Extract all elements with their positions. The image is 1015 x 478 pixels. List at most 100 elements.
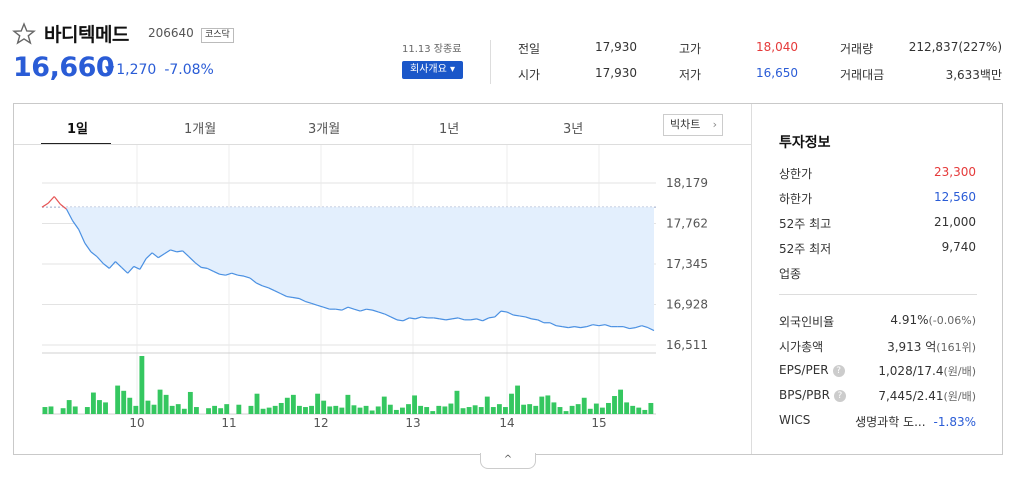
market-cap-rank: (161위) (936, 341, 976, 354)
summary-value: 18,040 (756, 40, 798, 54)
x-tick-label: 12 (313, 416, 328, 430)
market-cap-label: 시가총액 (779, 340, 824, 354)
wics-change: -1.83% (933, 415, 976, 429)
wics-sector[interactable]: 생명과학 도... (855, 415, 925, 429)
price-chart[interactable]: 18,179 17,762 17,345 16,928 16,511 10 11 12 13 14… (14, 145, 751, 454)
volume-bar (127, 397, 133, 414)
tab-3years[interactable]: 3년 (563, 118, 583, 137)
52w-high-value: 21,000 (934, 215, 976, 229)
tab-1day[interactable]: 1일 (67, 118, 88, 137)
volume-bar (587, 408, 593, 414)
volume-bar (151, 404, 157, 414)
change-percent: -7.08% (164, 62, 214, 78)
bps-pbr-unit: (원/배) (943, 390, 976, 403)
volume-bar (442, 406, 448, 414)
market-closed-label: 11.13 장종료 (402, 44, 462, 55)
summary-value: 212,837(227%) (908, 40, 1002, 54)
volume-bar (169, 405, 175, 414)
current-price: 16,660 (13, 52, 115, 83)
sidebar-divider (751, 104, 752, 454)
change-amount: 1,270 (116, 62, 157, 78)
volume-bar (72, 406, 78, 414)
y-tick-label: 17,762 (666, 217, 708, 231)
tab-1month[interactable]: 1개월 (184, 118, 216, 137)
lower-limit-value: 12,560 (934, 190, 976, 204)
volume-bar (400, 407, 405, 414)
volume-bar (296, 405, 302, 414)
volume-bar (612, 396, 617, 414)
investment-info-title: 투자정보 (779, 135, 831, 151)
company-info-button[interactable]: 회사개요 ▾ (402, 61, 463, 79)
volume-bar (133, 405, 139, 414)
chevron-up-icon: ^ (503, 454, 513, 465)
volume-bar (254, 393, 260, 414)
volume-bar (266, 407, 272, 414)
upper-limit-label: 상한가 (779, 167, 813, 181)
big-chart-button[interactable]: 빅차트 › (663, 114, 723, 136)
summary-label: 전일 (518, 42, 541, 56)
volume-bar (412, 395, 417, 414)
help-icon[interactable]: ? (832, 365, 845, 377)
volume-bar (181, 408, 187, 414)
volume-bar (490, 407, 496, 414)
volume-bar (393, 409, 399, 414)
volume-bar (309, 405, 314, 414)
upper-limit-value: 23,300 (934, 165, 976, 179)
eps-per-value: 1,028/17.4(원/배) (878, 363, 976, 379)
volume-bar (260, 408, 266, 414)
52w-low-label: 52주 최저 (779, 242, 832, 256)
volume-bar (448, 403, 454, 414)
volume-bar (466, 407, 472, 414)
volume-bar (212, 405, 218, 414)
price-line-segment (53, 196, 61, 205)
volume-bar (363, 405, 369, 414)
summary-value: 16,650 (756, 66, 798, 80)
price-line-segment (47, 196, 55, 204)
volume-bar (321, 400, 327, 414)
volume-bar (327, 406, 333, 414)
volume-bar (484, 396, 490, 414)
volume-bar (369, 410, 375, 414)
chart-panel: 1일 1개월 3개월 1년 3년 빅차트 › 18,179 17,762 17,345… (13, 103, 1003, 455)
volume-bar (193, 407, 199, 414)
volume-bar (624, 402, 630, 414)
help-icon[interactable]: ? (833, 390, 846, 402)
tab-3months[interactable]: 3개월 (308, 118, 340, 137)
volume-bar (551, 402, 557, 414)
volume-bar (436, 405, 442, 414)
eps-per-number: 1,028/17.4 (878, 364, 944, 378)
price-line-segment (41, 202, 49, 208)
x-tick-label: 15 (591, 416, 606, 430)
volume-bar (599, 407, 605, 414)
volume-bar (575, 404, 581, 414)
stock-name: 바디텍메드 (44, 24, 129, 46)
favorite-star-icon[interactable] (12, 22, 36, 46)
volume-bar (418, 405, 424, 414)
volume-bar (472, 405, 478, 414)
volume-bar (66, 400, 72, 414)
summary-label: 거래량 (840, 42, 874, 56)
foreign-ratio-change: (-0.06%) (928, 314, 977, 327)
volume-bar (103, 402, 108, 414)
volume-bar (48, 406, 54, 414)
industry-label: 업종 (779, 267, 802, 281)
volume-bar (60, 408, 66, 414)
y-tick-label: 16,511 (666, 338, 708, 352)
volume-bar (424, 407, 430, 414)
volume-bar (539, 396, 545, 414)
summary-label: 거래대금 (840, 68, 885, 82)
x-tick-label: 14 (499, 416, 514, 430)
volume-bar (521, 404, 527, 414)
tab-1year[interactable]: 1년 (439, 118, 459, 137)
collapse-button[interactable]: ^ (480, 453, 536, 469)
wics-value: 생명과학 도... -1.83% (855, 413, 976, 430)
volume-bar (515, 385, 520, 414)
volume-bar (339, 407, 345, 414)
x-tick-label: 11 (221, 416, 236, 430)
volume-bar (163, 394, 169, 414)
eps-per-unit: (원/배) (943, 365, 976, 378)
summary-label: 저가 (679, 68, 702, 82)
bps-pbr-value: 7,445/2.41(원/배) (878, 388, 976, 404)
volume-bar (478, 407, 484, 414)
volume-bar (557, 407, 563, 414)
